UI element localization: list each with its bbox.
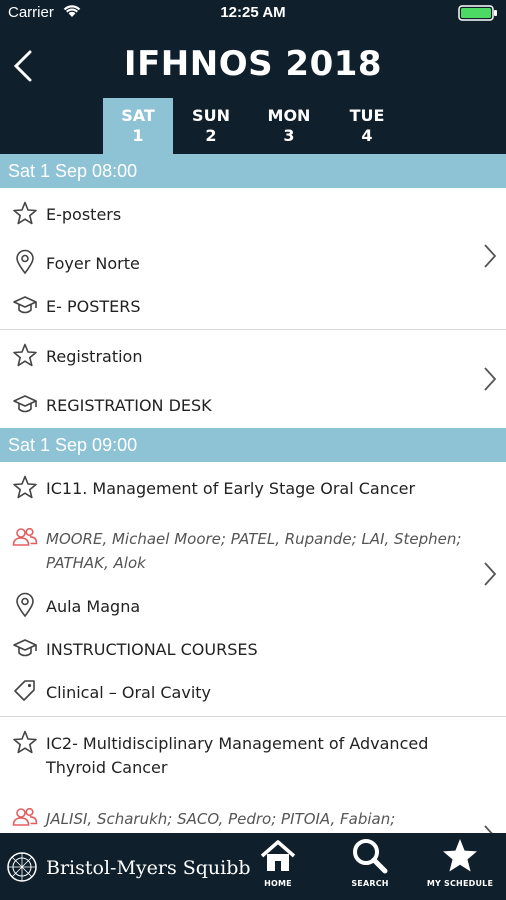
tab-day-label: SUN	[192, 106, 230, 125]
search-icon	[353, 839, 388, 874]
tab-sun[interactable]: SUN 2	[176, 98, 246, 154]
session-title: Registration	[46, 347, 143, 366]
session-item-registration[interactable]: Registration REGISTRATION DESK	[0, 330, 506, 428]
session-item-ic11[interactable]: IC11. Management of Early Stage Oral Can…	[0, 462, 506, 716]
session-title-line: E-posters	[12, 200, 482, 226]
battery-icon	[458, 5, 497, 21]
session-track: REGISTRATION DESK	[46, 396, 212, 415]
tab-tue[interactable]: TUE 4	[332, 98, 402, 154]
sponsor-logo-mark	[7, 852, 37, 882]
sponsor-name: Bristol-Myers Squibb	[46, 857, 251, 879]
session-title: IC2- Multidisciplinary Management of Adv…	[46, 732, 466, 780]
tab-day-number: 1	[132, 126, 144, 145]
star-outline-icon[interactable]	[12, 474, 38, 500]
star-outline-icon[interactable]	[12, 342, 38, 368]
session-title: IC11. Management of Early Stage Oral Can…	[46, 479, 416, 498]
nav-search-button[interactable]: SEARCH	[330, 837, 410, 897]
nav-home-label: HOME	[264, 879, 292, 888]
tab-day-label: MON	[267, 106, 311, 125]
graduation-cap-icon	[13, 639, 37, 657]
nav-my-schedule-label: MY SCHEDULE	[426, 879, 494, 888]
people-icon	[12, 807, 38, 826]
session-title-line: Registration	[12, 342, 482, 368]
status-bar: Carrier 12:25 AM	[0, 0, 506, 26]
page-title: IFHNOS 2018	[123, 44, 383, 84]
tab-day-number: 3	[283, 126, 295, 145]
graduation-cap-icon	[13, 296, 37, 314]
speakers-line-1: MOORE, Michael Moore; PATEL, Rupande; LA…	[46, 530, 462, 548]
tab-day-number: 2	[205, 126, 217, 145]
title-line-1: IC2- Multidisciplinary Management of Adv…	[46, 734, 429, 753]
chevron-right-icon	[484, 367, 497, 391]
session-track-line: E- POSTERS	[12, 292, 482, 318]
session-track: E- POSTERS	[46, 297, 141, 316]
session-item-eposters[interactable]: E-posters Foyer Norte E- POSTERS	[0, 188, 506, 328]
session-speakers-line: JALISI, Scharukh; SACO, Pedro; PITOIA, F…	[12, 804, 482, 830]
session-title: E-posters	[46, 205, 122, 224]
session-item-ic2[interactable]: IC2- Multidisciplinary Management of Adv…	[0, 717, 506, 833]
session-title-line: IC2- Multidisciplinary Management of Adv…	[12, 729, 482, 781]
star-outline-icon[interactable]	[12, 200, 38, 226]
tab-day-label: TUE	[349, 106, 385, 125]
nav-search-label: SEARCH	[351, 879, 389, 888]
chevron-right-icon	[484, 825, 493, 833]
session-track-line: INSTRUCTIONAL COURSES	[12, 635, 482, 661]
graduation-cap-icon	[13, 395, 37, 413]
session-tag-line: Clinical – Oral Cavity	[12, 678, 482, 704]
star-filled-icon	[443, 839, 477, 872]
session-speakers: MOORE, Michael Moore; PATEL, Rupande; LA…	[46, 527, 466, 575]
tab-day-number: 4	[361, 126, 373, 145]
session-location: Foyer Norte	[46, 254, 140, 273]
clock: 12:25 AM	[220, 4, 286, 21]
app-header: IFHNOS 2018	[0, 26, 506, 98]
home-icon	[260, 840, 296, 871]
section-header: Sat 1 Sep 08:00	[0, 154, 506, 188]
session-speakers: JALISI, Scharukh; SACO, Pedro; PITOIA, F…	[46, 810, 396, 828]
bottom-bar: Bristol-Myers Squibb HOME SEARCH MY SCHE…	[0, 833, 506, 900]
session-track: INSTRUCTIONAL COURSES	[46, 640, 258, 659]
tab-mon[interactable]: MON 3	[254, 98, 324, 154]
session-location-line: Foyer Norte	[12, 249, 482, 275]
nav-my-schedule-button[interactable]: MY SCHEDULE	[420, 837, 500, 897]
nav-home-button[interactable]: HOME	[238, 837, 318, 897]
session-location: Aula Magna	[46, 597, 141, 616]
map-pin-icon	[16, 592, 34, 618]
star-outline-icon[interactable]	[12, 729, 38, 755]
tab-sat[interactable]: SAT 1	[103, 98, 173, 154]
section-header: Sat 1 Sep 09:00	[0, 428, 506, 462]
session-tag: Clinical – Oral Cavity	[46, 683, 212, 702]
day-tabs: SAT 1 SUN 2 MON 3 TUE 4	[0, 98, 506, 154]
chevron-right-icon	[484, 244, 497, 268]
session-track-line: REGISTRATION DESK	[12, 391, 482, 417]
map-pin-icon	[16, 249, 34, 275]
tab-day-label: SAT	[121, 106, 155, 125]
session-speakers-line: MOORE, Michael Moore; PATEL, Rupande; LA…	[12, 524, 482, 574]
people-icon	[12, 527, 38, 546]
tag-icon	[14, 680, 35, 701]
title-line-2: Thyroid Cancer	[46, 758, 168, 777]
session-location-line: Aula Magna	[12, 592, 482, 618]
session-title-line: IC11. Management of Early Stage Oral Can…	[12, 474, 482, 500]
chevron-right-icon	[484, 562, 497, 586]
speakers-line-2: PATHAK, Alok	[46, 554, 146, 572]
